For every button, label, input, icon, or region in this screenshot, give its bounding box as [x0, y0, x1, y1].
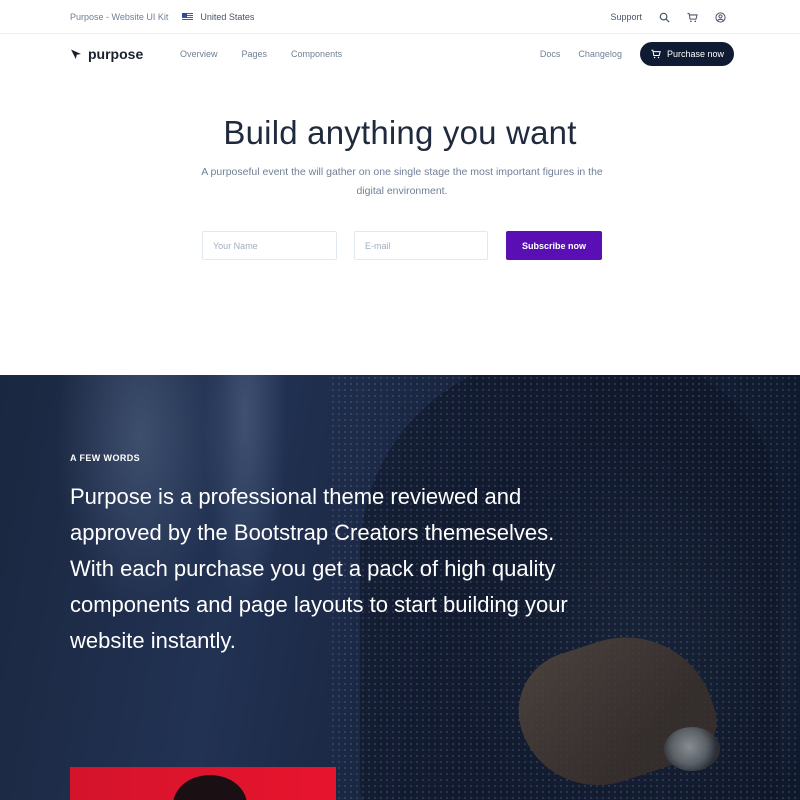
- topbar-left: Purpose - Website UI Kit United States: [70, 0, 254, 34]
- cart-icon[interactable]: [686, 11, 698, 23]
- background-photo-watch: [664, 727, 720, 771]
- about-text: Purpose is a professional theme reviewed…: [70, 484, 568, 653]
- purpose-logo-icon: [71, 49, 81, 59]
- about-section: A FEW WORDS Purpose is a professional th…: [0, 375, 800, 800]
- support-link[interactable]: Support: [610, 12, 642, 22]
- nav-link-pages[interactable]: Pages: [242, 49, 268, 59]
- purchase-now-label: Purchase now: [666, 49, 724, 59]
- portrait-photo: [173, 775, 247, 800]
- country-selector[interactable]: United States: [182, 12, 254, 22]
- user-icon[interactable]: [714, 11, 726, 23]
- section-eyebrow: A FEW WORDS: [70, 453, 141, 463]
- search-icon[interactable]: [658, 11, 670, 23]
- name-input[interactable]: [202, 231, 337, 260]
- subscribe-button[interactable]: Subscribe now: [506, 231, 602, 260]
- nav-link-changelog[interactable]: Changelog: [578, 49, 622, 59]
- kit-label: Purpose - Website UI Kit: [70, 12, 169, 22]
- email-input[interactable]: [354, 231, 488, 260]
- cart-icon: [651, 49, 661, 59]
- featured-image-card: [70, 767, 336, 800]
- secondary-nav-links: Docs Changelog Purchase now: [540, 34, 734, 74]
- brand-name: purpose: [88, 46, 144, 62]
- hero-title: Build anything you want: [223, 114, 577, 151]
- nav-link-docs[interactable]: Docs: [540, 49, 561, 59]
- brand-logo[interactable]: purpose: [70, 34, 143, 74]
- subscribe-form: Subscribe now: [202, 231, 602, 261]
- top-utility-bar: Purpose - Website UI Kit United States S…: [0, 0, 800, 34]
- nav-link-overview[interactable]: Overview: [180, 49, 218, 59]
- us-flag-icon: [182, 13, 194, 21]
- nav-link-components[interactable]: Components: [291, 49, 342, 59]
- primary-nav-links: Overview Pages Components: [180, 34, 342, 74]
- topbar-right: Support: [610, 0, 726, 34]
- hero-subtitle: A purposeful event the will gather on on…: [201, 166, 603, 197]
- country-label: United States: [200, 12, 255, 22]
- purchase-now-button[interactable]: Purchase now: [639, 42, 734, 66]
- main-navbar: purpose Overview Pages Components Docs C…: [0, 34, 800, 74]
